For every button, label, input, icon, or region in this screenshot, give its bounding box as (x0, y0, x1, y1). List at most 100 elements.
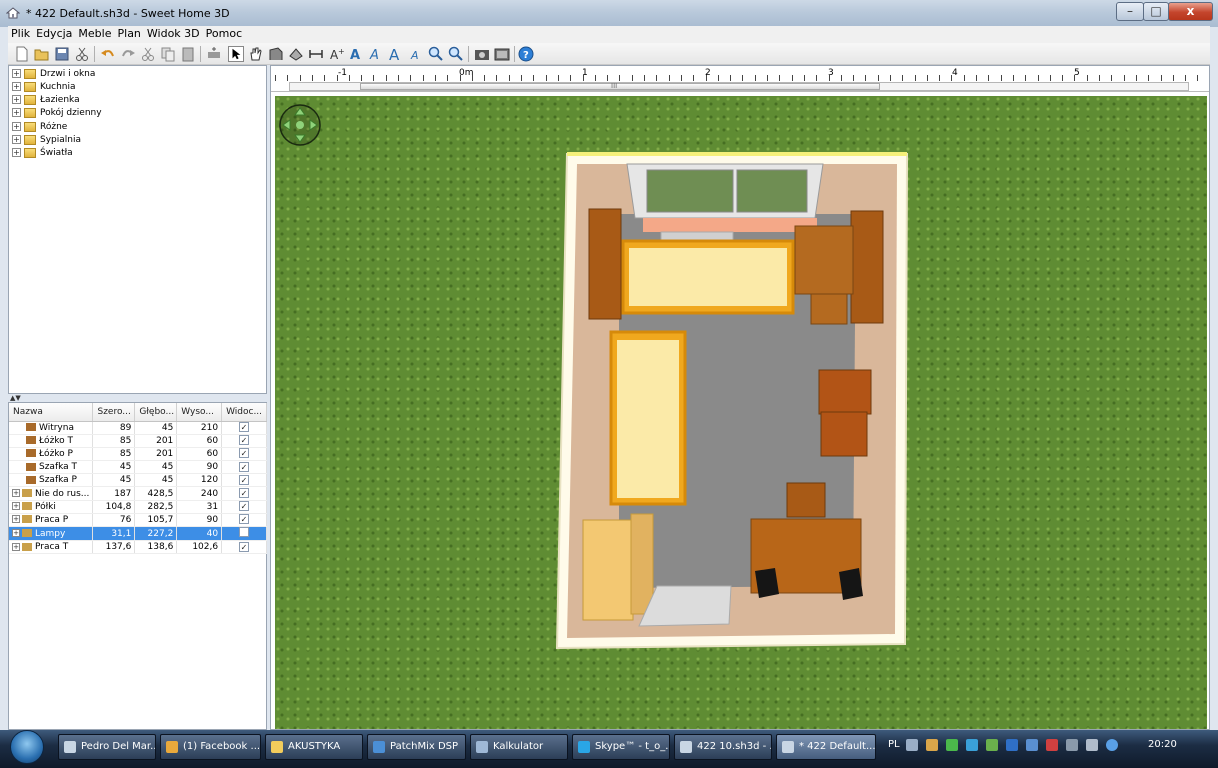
table-row[interactable]: Witryna 89 45 210 ✓ (9, 421, 267, 435)
increase-text-icon[interactable]: A (388, 46, 404, 62)
select-icon[interactable] (228, 46, 244, 62)
plan-view[interactable]: -1 0m 1 2 3 4 5 III (270, 65, 1210, 730)
menu-edycja[interactable]: Edycja (33, 26, 75, 40)
tray-icon[interactable] (1066, 739, 1078, 751)
tray-icon[interactable] (926, 739, 938, 751)
expand-group-icon[interactable]: + (12, 529, 20, 537)
visible-checkbox[interactable]: ✓ (239, 461, 250, 472)
minimize-button[interactable]: – (1116, 2, 1144, 21)
expand-group-icon[interactable]: + (12, 515, 20, 524)
menu-pomoc[interactable]: Pomoc (203, 26, 245, 40)
taskbar-button[interactable]: Pedro Del Mar... (58, 734, 156, 760)
tray-icon[interactable] (946, 739, 958, 751)
expand-icon[interactable]: + (12, 95, 21, 104)
zoom-in-icon[interactable] (428, 46, 444, 62)
catalog-category-kuchnia[interactable]: + Kuchnia (12, 81, 76, 94)
taskbar-button[interactable]: (1) Facebook ... (160, 734, 261, 760)
close-button[interactable]: x (1168, 2, 1213, 21)
create-walls-icon[interactable] (268, 46, 284, 62)
shelf-right[interactable] (850, 210, 884, 324)
window-element[interactable] (626, 163, 824, 241)
table-row[interactable]: + Lampy 31,1 227,2 40 (9, 526, 267, 541)
catalog-category-swiatla[interactable]: + Światła (12, 147, 73, 160)
tray-icon[interactable] (1006, 739, 1018, 751)
taskbar-button[interactable]: * 422 Default.... (776, 734, 876, 760)
collapse-arrows-icon[interactable]: ▲▼ (10, 394, 21, 402)
expand-icon[interactable]: + (12, 135, 21, 144)
small-stool[interactable] (786, 482, 826, 518)
bold-icon[interactable]: A (348, 46, 364, 62)
title-bar[interactable]: * 422 Default.sh3d - Sweet Home 3D – □ x (0, 0, 1218, 27)
visible-checkbox[interactable]: ✓ (239, 501, 250, 512)
table-row[interactable]: + Praca P 76 105,7 90 ✓ (9, 513, 267, 528)
column-header-name[interactable]: Nazwa (9, 403, 94, 422)
table-row[interactable]: + Nie do rus... 187 428,5 240 ✓ (9, 486, 267, 501)
cabinet-right[interactable] (818, 369, 872, 457)
tray-icon[interactable] (986, 739, 998, 751)
volume-icon[interactable] (1086, 739, 1098, 751)
create-rooms-icon[interactable] (288, 46, 304, 62)
furniture-catalog-tree[interactable]: + Drzwi i okna + Kuchnia + Łazienka + Pokój … (8, 65, 267, 394)
help-icon[interactable]: ? (518, 46, 534, 62)
add-text-icon[interactable]: A + (328, 46, 344, 62)
catalog-category-lazienka[interactable]: + Łazienka (12, 94, 80, 107)
network-icon[interactable] (1106, 739, 1118, 751)
taskbar-button[interactable]: 422 10.sh3d - ... (674, 734, 772, 760)
visible-checkbox[interactable]: ✓ (239, 514, 250, 525)
table-row[interactable]: Łóżko T 85 201 60 ✓ (9, 434, 267, 448)
italic-icon[interactable]: A (368, 46, 384, 62)
catalog-category-sypialnia[interactable]: + Sypialnia (12, 134, 81, 147)
expand-icon[interactable]: + (12, 108, 21, 117)
taskbar-button[interactable]: Kalkulator (470, 734, 568, 760)
taskbar-button[interactable]: AKUSTYKA (265, 734, 363, 760)
menu-meble[interactable]: Meble (75, 26, 114, 40)
redo-icon[interactable] (120, 46, 136, 62)
column-header-depth[interactable]: Głębo... (134, 403, 178, 422)
visible-checkbox[interactable]: ✓ (239, 474, 250, 485)
tray-icon[interactable] (1046, 739, 1058, 751)
maximize-button[interactable]: □ (1143, 2, 1169, 21)
tray-icon[interactable] (906, 739, 918, 751)
table-row[interactable]: + Półki 104,8 282,5 31 ✓ (9, 500, 267, 514)
column-header-width[interactable]: Szero... (92, 403, 136, 422)
taskbar-button[interactable]: Skype™ - t_o_... (572, 734, 670, 760)
language-indicator[interactable]: PL (888, 739, 900, 750)
visible-checkbox[interactable]: ✓ (239, 448, 250, 459)
menu-widok-3d[interactable]: Widok 3D (144, 26, 203, 40)
visible-checkbox[interactable]: ✓ (239, 435, 250, 446)
pan-icon[interactable] (248, 46, 264, 62)
navigation-control[interactable] (279, 104, 321, 146)
expand-group-icon[interactable]: + (12, 502, 20, 511)
tray-icon[interactable] (1026, 739, 1038, 751)
desk-bottom-right[interactable] (750, 518, 863, 600)
save-icon[interactable] (54, 46, 70, 62)
clock[interactable]: 20:20 (1148, 739, 1177, 750)
photo-icon[interactable] (474, 46, 490, 62)
furniture-list[interactable]: Nazwa Szero... Głębo... Wyso... Widoc...… (8, 402, 267, 730)
table-row[interactable]: Szafka T 45 45 90 ✓ (9, 460, 267, 475)
paste-icon[interactable] (180, 46, 196, 62)
expand-group-icon[interactable]: + (12, 542, 20, 551)
tray-icon[interactable] (966, 739, 978, 751)
visible-checkbox[interactable]: ✓ (239, 488, 250, 499)
panel-splitter[interactable]: ▲▼ (8, 394, 267, 402)
table-row[interactable]: Łóżko P 85 201 60 ✓ (9, 447, 267, 462)
cut-icon[interactable] (74, 46, 90, 62)
cut-icon[interactable] (140, 46, 156, 62)
expand-group-icon[interactable]: + (12, 489, 20, 498)
expand-icon[interactable]: + (12, 82, 21, 91)
decrease-text-icon[interactable]: A (408, 46, 424, 62)
undo-icon[interactable] (100, 46, 116, 62)
visible-checkbox[interactable]: ✓ (239, 422, 250, 433)
bed-top[interactable] (621, 239, 795, 315)
column-header-height[interactable]: Wyso... (176, 403, 223, 422)
expand-icon[interactable]: + (12, 148, 21, 157)
catalog-category-pokoj-dzienny[interactable]: + Pokój dzienny (12, 107, 102, 120)
column-header-visible[interactable]: Widoc... (221, 403, 267, 422)
wardrobe[interactable] (582, 513, 654, 621)
expand-icon[interactable]: + (12, 122, 21, 131)
start-button[interactable] (10, 730, 44, 764)
expand-icon[interactable]: + (12, 69, 21, 78)
bed-left[interactable] (609, 330, 687, 506)
zoom-out-icon[interactable] (448, 46, 464, 62)
